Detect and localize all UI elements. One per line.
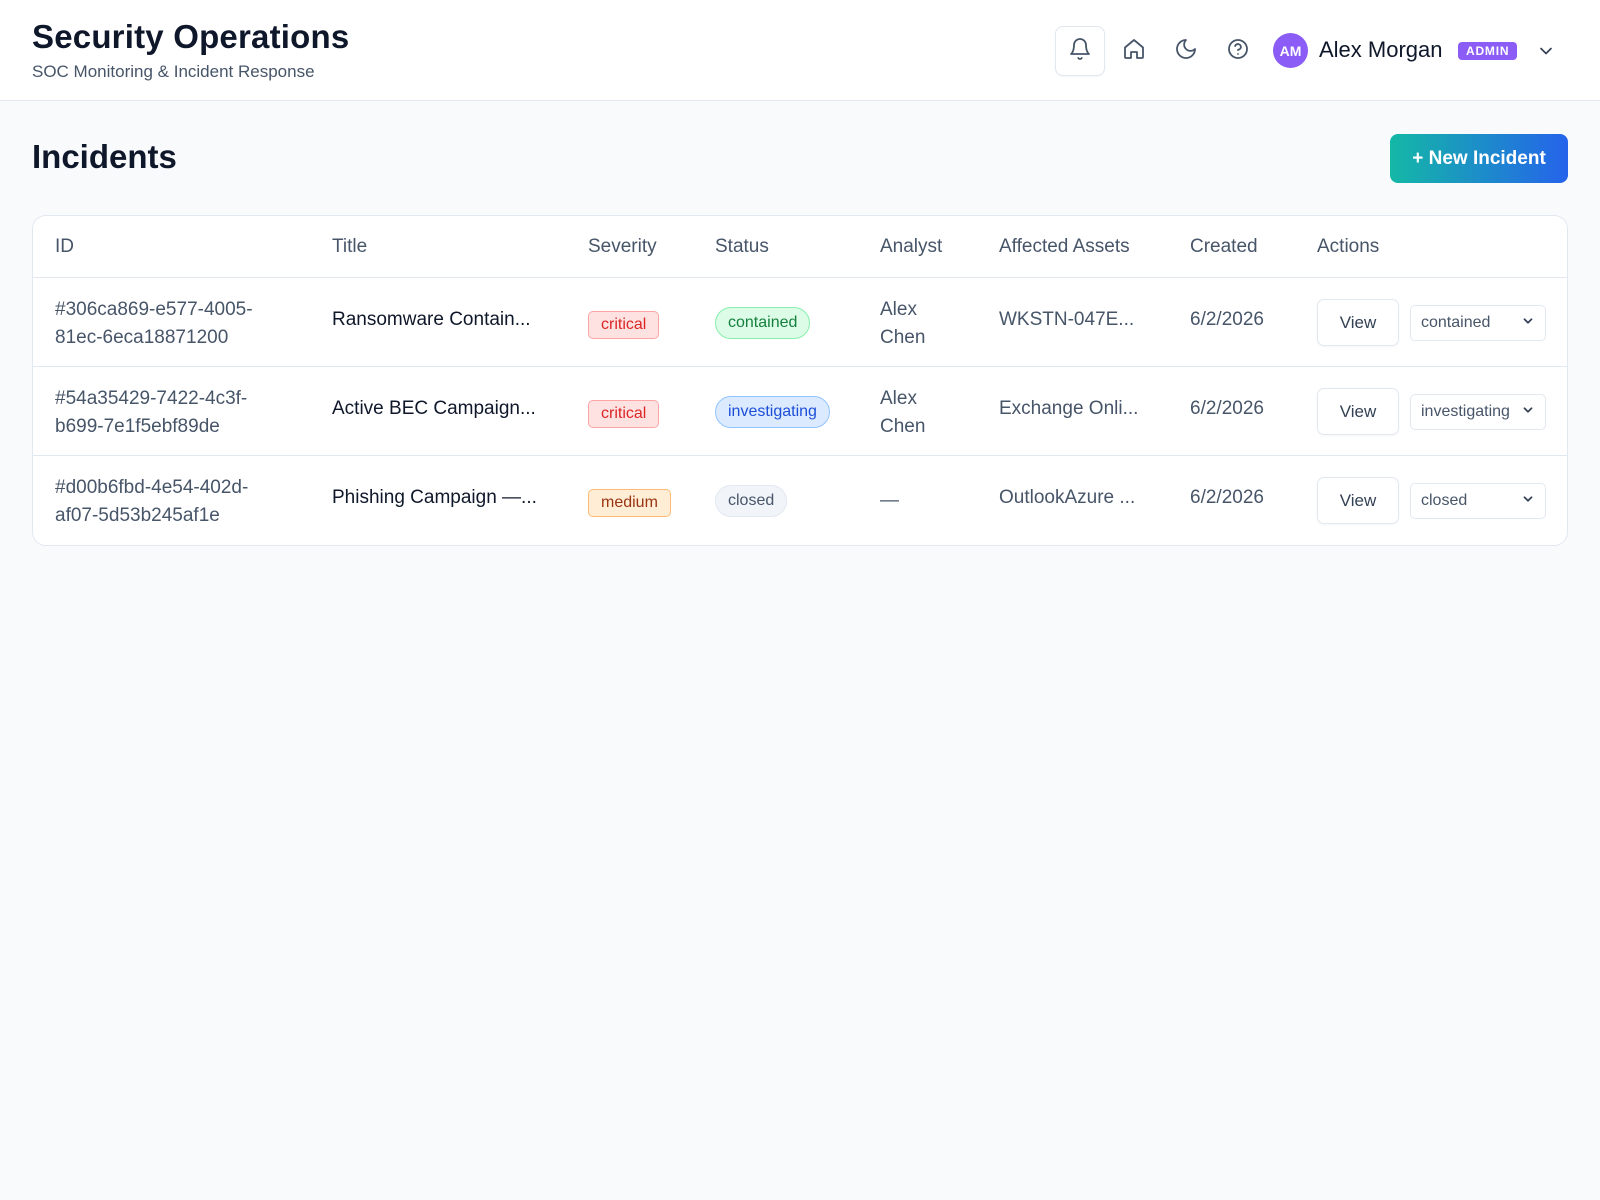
analyst-name-part: Chen — [880, 327, 926, 348]
created-date: 6/2/2026 — [1190, 487, 1264, 508]
status-select[interactable]: closed — [1410, 483, 1546, 519]
incidents-table: ID Title Severity Status Analyst Affecte… — [32, 215, 1568, 546]
incident-id-part: #d00b6fbd-4e54-402d- — [55, 477, 249, 498]
incident-id[interactable]: #d00b6fbd-4e54-402d- af07-5d53b245af1e — [55, 474, 295, 530]
view-button[interactable]: View — [1317, 299, 1399, 346]
status-select-value: investigating — [1421, 403, 1510, 420]
analyst-name: — — [880, 487, 899, 515]
column-header-analyst[interactable]: Analyst — [880, 236, 942, 258]
status-badge: closed — [715, 485, 788, 517]
analyst-name-part: — — [880, 490, 899, 511]
avatar[interactable]: AM — [1273, 33, 1308, 68]
theme-toggle-button[interactable] — [1161, 26, 1211, 76]
incident-title[interactable]: Active BEC Campaign... — [332, 398, 536, 420]
column-header-actions: Actions — [1317, 236, 1380, 257]
created-date: 6/2/2026 — [1190, 398, 1264, 419]
chevron-down-icon — [1521, 314, 1535, 333]
status-select-value: closed — [1421, 492, 1468, 509]
bell-icon — [1068, 37, 1092, 66]
affected-assets: WKSTN-047E... — [999, 309, 1135, 330]
role-badge: ADMIN — [1458, 42, 1518, 60]
table-row[interactable]: #306ca869-e577-4005- 81ec-6eca18871200 R… — [33, 277, 1567, 366]
incident-id-part: 81ec-6eca18871200 — [55, 327, 229, 348]
help-icon — [1226, 37, 1250, 66]
status-select[interactable]: investigating — [1410, 394, 1546, 430]
incident-id[interactable]: #306ca869-e577-4005- 81ec-6eca18871200 — [55, 296, 295, 352]
column-header-id[interactable]: ID — [55, 236, 74, 258]
analyst-name-part: Alex — [880, 388, 917, 409]
app-title: Security Operations — [32, 18, 350, 55]
severity-badge: medium — [588, 489, 671, 517]
incident-id-part: b699-7e1f5ebf89de — [55, 416, 220, 437]
column-header-affected-assets[interactable]: Affected Assets — [999, 236, 1130, 258]
column-header-created[interactable]: Created — [1190, 236, 1258, 258]
app-subtitle: SOC Monitoring & Incident Response — [32, 62, 315, 81]
help-button[interactable] — [1213, 26, 1263, 76]
severity-badge: critical — [588, 400, 660, 428]
incident-title[interactable]: Ransomware Contain... — [332, 309, 531, 331]
chevron-down-icon — [1521, 403, 1535, 422]
chevron-down-icon — [1521, 492, 1535, 511]
column-header-severity[interactable]: Severity — [588, 236, 657, 258]
new-incident-button[interactable]: + New Incident — [1390, 134, 1568, 183]
analyst-name: Alex Chen — [880, 385, 925, 441]
analyst-name: Alex Chen — [880, 296, 925, 352]
incident-id[interactable]: #54a35429-7422-4c3f- b699-7e1f5ebf89de — [55, 385, 295, 441]
incident-id-part: af07-5d53b245af1e — [55, 505, 220, 526]
home-icon — [1122, 37, 1146, 66]
top-bar: Security Operations SOC Monitoring & Inc… — [0, 0, 1600, 101]
table-row[interactable]: #54a35429-7422-4c3f- b699-7e1f5ebf89de A… — [33, 366, 1567, 455]
incident-id-part: #54a35429-7422-4c3f- — [55, 388, 248, 409]
status-select-value: contained — [1421, 314, 1491, 331]
affected-assets: OutlookAzure ... — [999, 487, 1136, 508]
view-button[interactable]: View — [1317, 477, 1399, 524]
table-row[interactable]: #d00b6fbd-4e54-402d- af07-5d53b245af1e P… — [33, 455, 1567, 544]
created-date: 6/2/2026 — [1190, 309, 1264, 330]
view-button[interactable]: View — [1317, 388, 1399, 435]
home-button[interactable] — [1109, 26, 1159, 76]
moon-icon — [1174, 37, 1198, 66]
column-header-status[interactable]: Status — [715, 236, 769, 258]
status-badge: contained — [715, 307, 811, 339]
affected-assets: Exchange Onli... — [999, 398, 1139, 419]
analyst-name-part: Chen — [880, 416, 926, 437]
status-badge: investigating — [715, 396, 830, 428]
severity-badge: critical — [588, 311, 660, 339]
user-menu-chevron-down-icon[interactable] — [1536, 41, 1556, 61]
status-select[interactable]: contained — [1410, 305, 1546, 341]
incident-id-part: #306ca869-e577-4005- — [55, 299, 253, 320]
user-name[interactable]: Alex Morgan — [1319, 37, 1443, 63]
analyst-name-part: Alex — [880, 299, 917, 320]
page-title: Incidents — [32, 138, 177, 175]
notifications-button[interactable] — [1055, 26, 1105, 76]
column-header-title[interactable]: Title — [332, 236, 367, 258]
incident-title[interactable]: Phishing Campaign —... — [332, 487, 537, 509]
